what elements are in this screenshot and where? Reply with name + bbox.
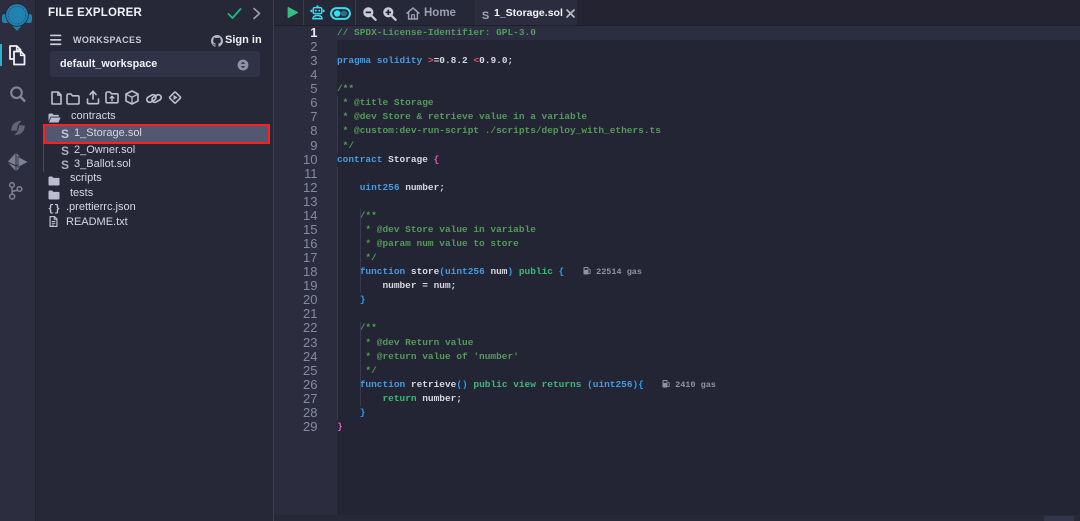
svg-text:{}: {} [48, 204, 61, 215]
svg-text:S: S [61, 144, 69, 157]
svg-text:S: S [61, 127, 69, 140]
svg-text:S: S [482, 10, 489, 21]
svg-text:S: S [61, 158, 69, 171]
